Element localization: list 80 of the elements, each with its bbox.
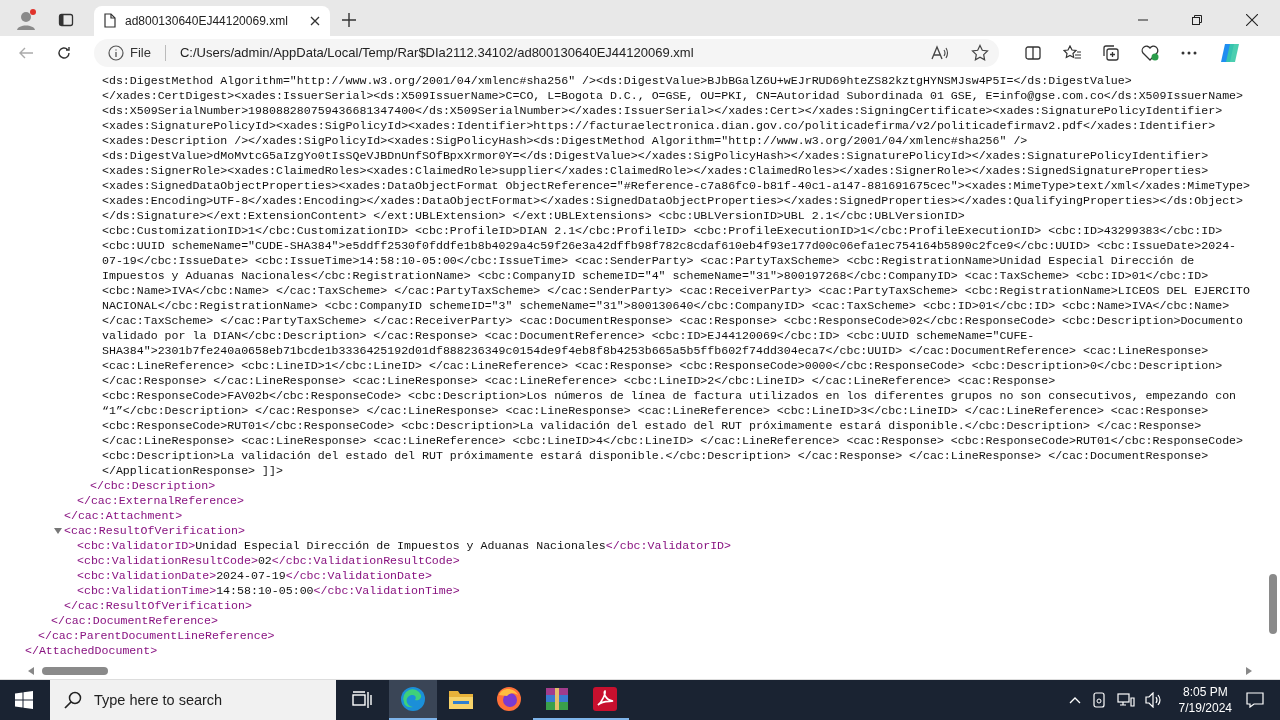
clock-date[interactable]: 7/19/2024 bbox=[1178, 700, 1232, 716]
restore-icon[interactable] bbox=[1192, 14, 1202, 25]
code-line: </cac:TaxScheme> </cac:PartyTaxScheme> </cac:ReceiverParty> <cac:DocumentResponse> <cac:Response> <cbc:ResponseCode>02</cbc:ResponseCode> <cbc:Description>Documento bbox=[102, 313, 1243, 328]
xml-line: </cbc:Description> bbox=[90, 478, 216, 493]
code-line: </cac:LineResponse> <cac:LineResponse> <cac:LineReference> <cbc:LineID>4</cbc:LineID> </cac:LineReference> <cac:Response> <cbc:ResponseCode>RUT01</cbc:ResponseCode> bbox=[102, 433, 1243, 448]
address-bar[interactable]: File C:/Users/admin/AppData/Local/Temp/Rar$DIa2112.34102/ad800130640EJ44120069.xml bbox=[94, 38, 999, 67]
code-line: <cbc:Name>IVA</cbc:Name> </cac:TaxScheme> </cac:PartyTaxScheme> </cac:SenderParty> <cac:ReceiverParty> <cac:PartyTaxScheme> <cbc:RegistrationName>LICEOS DEL EJERCITO bbox=[102, 283, 1250, 298]
code-line: <cac:LineReference> <cbc:LineID>1</cbc:LineID> </cac:LineReference> <cac:Response> <cbc:ResponseCode>0000</cbc:ResponseCode> <cbc:Description>0</cbc:Description> bbox=[102, 358, 1223, 373]
volume-icon[interactable] bbox=[1144, 692, 1163, 708]
notification-icon[interactable] bbox=[1246, 692, 1264, 708]
code-line: <cbc:ResponseCode>RUT01</cbc:ResponseCode> <cbc:Description>La validación del estado del RUT próximamente estará disponible.</cbc:Description> </cac:Response> bbox=[102, 418, 1202, 433]
code-line: <xades:SignedDataObjectProperties><xades:DataObjectFormat ObjectReference="#Reference-c7a86fc0-b81f-40c1-a147-881691675cec"><xades:MimeType>text/xml</xades:MimeType> bbox=[102, 178, 1250, 193]
chevron-up-icon[interactable] bbox=[1068, 696, 1081, 704]
xml-line: <cac:ResultOfVerification> bbox=[64, 523, 245, 538]
acrobat-icon bbox=[592, 686, 618, 712]
read-aloud-icon[interactable] bbox=[931, 44, 949, 61]
scroll-right-icon[interactable] bbox=[1246, 667, 1252, 675]
code-line: <ds:DigestMethod Algorithm="http://www.w3.org/2001/04/xmlenc#sha256" /><ds:DigestValue>BJbBGalZ6U+wEJrRUD69hteZS82kztgHYNSMJsw4P5I=</ds:DigestValue> bbox=[102, 73, 1132, 88]
browser-tab[interactable]: ad800130640EJ44120069.xml bbox=[94, 5, 330, 36]
xml-line: </cac:DocumentReference> bbox=[51, 613, 218, 628]
code-line: SHA384">2301b7fe240a0658eb71bcde1b3336425192d01df888236349c0154de9f4eb8f8b4253b665a5b5ffb602f74dd304eca7</cbc:UUID> </cac:DocumentReference> <cac:LineResponse> bbox=[102, 343, 1209, 358]
clock-time[interactable]: 8:05 PM bbox=[1182, 684, 1228, 700]
xml-line: </cac:Attachment> bbox=[64, 508, 183, 523]
xml-line: </cac:ParentDocumentLineReference> bbox=[38, 628, 275, 643]
xml-line: <cbc:ValidationResultCode>02</cbc:ValidationResultCode> bbox=[77, 553, 460, 568]
url-text: C:/Users/admin/AppData/Local/Temp/Rar$DIa2112.34102/ad800130640EJ44120069.xml bbox=[179, 45, 694, 60]
code-line: <xades:Description /></xades:SigPolicyId><xades:SigPolicyHash><ds:DigestMethod Algorithm="http://www.w3.org/2001/04/xmlenc#sha256" /> bbox=[102, 133, 1028, 148]
collections-icon[interactable] bbox=[1103, 44, 1119, 61]
code-line: “1”</cbc:Description> </cac:Response> </cac:LineResponse> <cac:LineResponse> <cac:LineReference> <cbc:LineID>3</cbc:LineID> </cac:LineReference> <cac:Response> bbox=[102, 403, 1209, 418]
search-icon bbox=[64, 691, 82, 709]
split-screen-icon[interactable] bbox=[1025, 44, 1041, 61]
close-icon[interactable] bbox=[310, 15, 320, 26]
code-line: </ds:Signature></ext:ExtensionContent> </ext:UBLExtension> </ext:UBLExtensions> <cbc:UBLVersionID>UBL 2.1</cbc:UBLVersionID> bbox=[102, 208, 965, 223]
scheme-label: File bbox=[130, 45, 151, 60]
windows-start-icon[interactable] bbox=[15, 691, 33, 709]
xml-line: </AttachedDocument> bbox=[25, 643, 158, 658]
code-line: <cbc:Description>La validación del estado del RUT próximamente estará disponible.</cbc:Description> </cac:Response> </cac:LineResponse> </cac:DocumentResponse> bbox=[102, 448, 1209, 463]
copilot-icon[interactable] bbox=[1219, 41, 1241, 64]
xml-line: <cbc:ValidationTime>14:58:10-05:00</cbc:ValidationTime> bbox=[77, 583, 460, 598]
scroll-left-icon[interactable] bbox=[28, 667, 34, 675]
edge-icon bbox=[400, 686, 426, 712]
code-line: NACIONAL</cbc:RegistrationName> <cbc:CompanyID schemeID="3" schemeName="31">800130640</cbc:CompanyID> <cac:TaxScheme> <cbc:ID>01</cbc:ID> <cbc:Name>IVA</cbc:Name> bbox=[102, 298, 1230, 313]
code-line: 07-19</cbc:IssueDate> <cbc:IssueTime>14:58:10-05:00</cbc:IssueTime> <cac:SenderParty> <cac:PartyTaxScheme> <cbc:RegistrationName>Unidad Especial Dirección de bbox=[102, 253, 1195, 268]
code-line: </ApplicationResponse> ]]> bbox=[102, 463, 283, 478]
collapse-triangle-icon[interactable] bbox=[54, 526, 62, 535]
code-line: <cbc:UUID schemeName="CUDE-SHA384">e5ddff2530f0fddfe1b8b4029a4c59f26e3a42dffb98f782c8cdaf610eb4f93e177d00c06efa1ec754164b5890c2fce9</cbc:UUID> <cbc:IssueDate>2024- bbox=[102, 238, 1237, 253]
xml-line: <cbc:ValidationDate>2024-07-19</cbc:ValidationDate> bbox=[77, 568, 432, 583]
file-icon bbox=[104, 13, 116, 28]
xml-line: </cac:ResultOfVerification> bbox=[64, 598, 252, 613]
close-icon[interactable] bbox=[1246, 13, 1258, 26]
xml-line: </cac:ExternalReference> bbox=[77, 493, 244, 508]
heart-pulse-icon[interactable] bbox=[1141, 44, 1159, 61]
code-line: <xades:SignerRole><xades:ClaimedRoles><xades:ClaimedRole>supplier</xades:ClaimedRole></xades:ClaimedRoles></xades:SignerRole></xades:SignedSignatureProperties> bbox=[102, 163, 1209, 178]
reload-icon[interactable] bbox=[56, 44, 72, 61]
code-line: <cbc:ResponseCode>FAV02b</cbc:ResponseCode> <cbc:Description>Los números de línea de factura utilizados en los diferentes grupos no son consecutivos, empezando con bbox=[102, 388, 1237, 403]
device-icon[interactable] bbox=[1090, 692, 1107, 708]
tab-actions-icon[interactable] bbox=[58, 11, 74, 28]
code-line: </xades:CertDigest><xades:IssuerSerial><ds:X509IssuerName>C=CO, L=Bogota D.C., O=GSE, OU=PKI, CN=Autoridad Subordinada 01 GSE, E=info@gse.com.co</ds:X509IssuerName> bbox=[102, 88, 1243, 103]
profile-icon[interactable] bbox=[14, 7, 38, 32]
code-line: <xades:Encoding>UTF-8</xades:Encoding></xades:DataObjectFormat></xades:SignedDataObjectProperties></xades:SignedProperties></xades:QualifyingProperties></ds:Object> bbox=[102, 193, 1243, 208]
books-icon bbox=[544, 686, 570, 712]
code-line: <ds:DigestValue>dMoMvtcG5aIzgYo0tIsSQeVJBDnUnfSOfBpxXrmor0Y=</ds:DigestValue></xades:SigPolicyHash></xades:SignaturePolicyId></xades:SignaturePolicyIdentifier> bbox=[102, 148, 1209, 163]
code-line: <cbc:CustomizationID>1</cbc:CustomizationID> <cbc:ProfileID>DIAN 2.1</cbc:ProfileID> <cbc:ProfileExecutionID>1</cbc:ProfileExecutionID> <cbc:ID>43299383</cbc:ID> bbox=[102, 223, 1223, 238]
favorites-icon[interactable] bbox=[1063, 44, 1081, 61]
code-line: <xades:SignaturePolicyId><xades:SigPolicyId><xades:Identifier>https://facturaelectronica.dian.gov.co/politicadefirma/v2/politicadefirmav2.pdf</xades:Identifier> bbox=[102, 118, 1216, 133]
code-line: </cac:Response> </cac:LineResponse> <cac:LineResponse> <cac:LineReference> <cbc:LineID>2</cbc:LineID> </cac:LineReference> <cac:Response> bbox=[102, 373, 1056, 388]
network-icon[interactable] bbox=[1116, 692, 1135, 708]
tab-title: ad800130640EJ44120069.xml bbox=[125, 13, 289, 28]
task-view-icon[interactable] bbox=[352, 691, 372, 709]
code-line: validado por la DIAN</cbc:Description> </cac:Response> <cac:DocumentReference> <cbc:ID>EJ44120069</cbc:ID> <cbc:UUID schemeName="CUFE- bbox=[102, 328, 1035, 343]
info-icon bbox=[108, 44, 124, 61]
code-line: <ds:X509SerialNumber>198088280759436681347400</ds:X509SerialNumber></xades:IssuerSerial></xades:Cert></xades:SigningCertificate><xades:SignaturePolicyIdentifier> bbox=[102, 103, 1223, 118]
firefox-icon bbox=[496, 686, 522, 712]
taskbar-search-field[interactable]: Type here to search bbox=[50, 680, 336, 720]
folder-icon bbox=[448, 688, 474, 710]
new-tab-icon[interactable] bbox=[342, 12, 356, 27]
star-icon[interactable] bbox=[971, 43, 989, 62]
more-icon[interactable] bbox=[1181, 50, 1197, 55]
xml-line: <cbc:ValidatorID>Unidad Especial Dirección de Impuestos y Aduanas Nacionales</cbc:ValidatorID> bbox=[77, 538, 731, 553]
code-line: Impuestos y Aduanas Nacionales</cbc:RegistrationName> <cbc:CompanyID schemeID="4" schemeName="31">800197268</cbc:CompanyID> <cac:TaxScheme> <cbc:ID>01</cbc:ID> bbox=[102, 268, 1209, 283]
